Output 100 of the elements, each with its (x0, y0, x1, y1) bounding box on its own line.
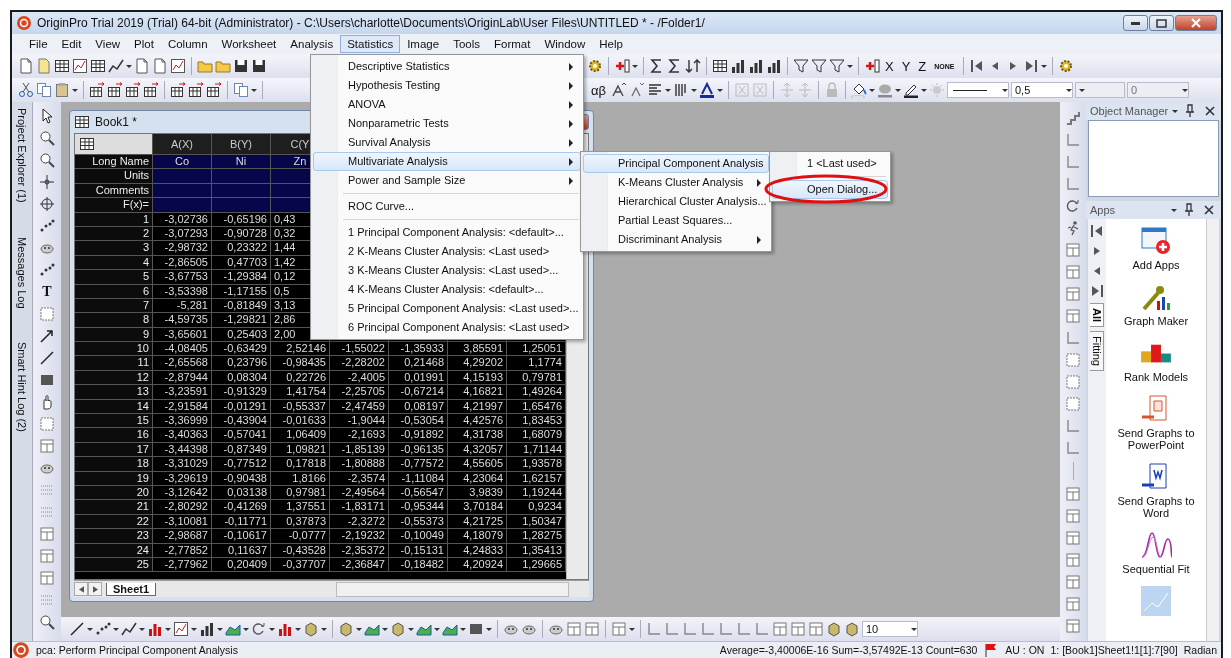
app-item[interactable]: Send Graphs to PowerPoint (1110, 393, 1202, 451)
first-icon[interactable] (968, 58, 985, 74)
scatter-icon[interactable] (95, 621, 111, 637)
layout-icon[interactable] (1065, 574, 1081, 590)
funnel-icon[interactable] (829, 58, 845, 74)
dropdown-field[interactable]: 10 (862, 621, 918, 637)
chart-thumbnail-icon[interactable] (1140, 585, 1172, 617)
copy-icon[interactable] (233, 82, 249, 98)
menu-item[interactable]: Partial Least Squares... (583, 211, 769, 230)
layout-icon[interactable] (1065, 264, 1081, 280)
column-header[interactable]: A(X) (153, 134, 212, 155)
gear-icon[interactable] (587, 58, 603, 74)
menu-item[interactable]: Analysis (283, 35, 341, 53)
table-arrow-icon[interactable] (143, 82, 159, 98)
new-document-icon[interactable] (152, 58, 168, 74)
line-icon[interactable] (108, 58, 124, 74)
sort-icon[interactable] (685, 58, 701, 74)
folder-icon[interactable] (197, 58, 213, 74)
menu-item[interactable]: Image (400, 35, 447, 53)
menu-item[interactable]: Power and Sample Size (313, 171, 581, 190)
minimize-button[interactable] (1123, 15, 1148, 31)
table-arrow-icon[interactable] (206, 82, 222, 98)
apps-tab[interactable]: All (1090, 303, 1104, 328)
staircase-icon[interactable] (1065, 110, 1081, 126)
graph-icon[interactable] (173, 621, 189, 637)
rectangle-icon[interactable] (468, 621, 484, 637)
menu-item[interactable]: Nonparametric Tests (313, 114, 581, 133)
vertical-scrollbar[interactable] (1206, 219, 1219, 641)
scatter-icon[interactable] (39, 262, 55, 278)
arrow-icon[interactable] (39, 328, 55, 344)
menu-item[interactable]: Format (487, 35, 538, 53)
axis-button[interactable]: Z (915, 58, 930, 74)
grip-icon[interactable] (39, 482, 55, 498)
layout-icon[interactable] (566, 621, 582, 637)
layout-icon[interactable] (39, 526, 55, 542)
text-tool[interactable]: T (42, 284, 52, 300)
bar-chart-icon[interactable] (766, 58, 782, 74)
scatter-icon[interactable] (39, 218, 55, 234)
app-item[interactable]: Rank Models (1110, 337, 1202, 383)
layout-icon[interactable] (39, 438, 55, 454)
layout-icon[interactable] (39, 570, 55, 586)
menu-item[interactable]: Multivariate Analysis (313, 152, 581, 171)
font-shrink-icon[interactable] (629, 82, 645, 98)
layout-icon[interactable] (772, 621, 788, 637)
scissors-icon[interactable] (18, 82, 34, 98)
menu-item[interactable]: Descriptive Statistics (313, 57, 581, 76)
side-tab[interactable]: Smart Hint Log (2) (16, 342, 28, 433)
table-icon[interactable] (54, 58, 70, 74)
table-icon[interactable] (74, 114, 90, 130)
font-grow-icon[interactable] (611, 82, 627, 98)
zoom-icon[interactable] (39, 130, 55, 146)
side-tab[interactable]: Project Explorer (1) (16, 108, 28, 203)
graph-icon[interactable] (170, 58, 186, 74)
side-tab[interactable]: Messages Log (16, 236, 28, 309)
save-icon[interactable] (251, 58, 267, 74)
layout-icon[interactable] (1065, 508, 1081, 524)
close-button[interactable] (1175, 15, 1217, 31)
clipboard-icon[interactable] (54, 82, 70, 98)
layout-icon[interactable] (1065, 242, 1081, 258)
table-icon[interactable] (712, 58, 728, 74)
sheet-tab[interactable]: Sheet1 (106, 582, 157, 596)
funnel-icon[interactable] (811, 58, 827, 74)
grip-icon[interactable] (39, 592, 55, 608)
layout-icon[interactable] (1065, 486, 1081, 502)
crosshair-icon[interactable] (39, 174, 55, 190)
runner-icon[interactable] (1065, 220, 1081, 236)
app-item[interactable]: Graph Maker (1110, 281, 1202, 327)
menu-item[interactable]: Hypothesis Testing (313, 76, 581, 95)
menu-item[interactable]: File (22, 35, 55, 53)
first-icon[interactable] (1089, 223, 1105, 239)
previous-sheet-button[interactable] (74, 582, 88, 596)
dropdown-field[interactable]: 0,5 (1011, 82, 1073, 98)
zoom-icon[interactable] (39, 152, 55, 168)
column-header[interactable]: B(Y) (212, 134, 271, 155)
gear-icon[interactable] (1057, 58, 1074, 74)
bar-chart-icon[interactable] (147, 621, 163, 637)
paint-bucket-icon[interactable] (851, 82, 867, 98)
table-arrow-icon[interactable] (125, 82, 141, 98)
menu-item[interactable]: Statistics (340, 35, 401, 53)
axis-button[interactable]: X (882, 58, 897, 74)
table-icon[interactable] (90, 58, 106, 74)
layout-icon[interactable] (39, 548, 55, 564)
cycle-icon[interactable] (1065, 198, 1081, 214)
copy-icon[interactable] (36, 82, 52, 98)
pen-icon[interactable] (903, 82, 919, 98)
menu-item[interactable]: ANOVA (313, 95, 581, 114)
line-tool-icon[interactable] (69, 621, 85, 637)
plus-icon[interactable] (614, 58, 630, 74)
layout-icon[interactable] (808, 621, 824, 637)
apps-tab[interactable]: Fitting (1090, 331, 1104, 372)
menu-item[interactable]: Discriminant Analysis (583, 230, 769, 249)
greek-button[interactable]: αβ (588, 82, 609, 98)
menu-item[interactable]: Window (537, 35, 593, 53)
bar-chart-icon[interactable] (199, 621, 215, 637)
app-item[interactable]: Sequential Fit (1110, 529, 1202, 575)
cycle-icon[interactable] (251, 621, 267, 637)
bar-chart-icon[interactable] (730, 58, 746, 74)
line-icon[interactable] (121, 621, 137, 637)
bar-chart-icon[interactable] (748, 58, 764, 74)
rectangle-icon[interactable] (39, 372, 55, 388)
